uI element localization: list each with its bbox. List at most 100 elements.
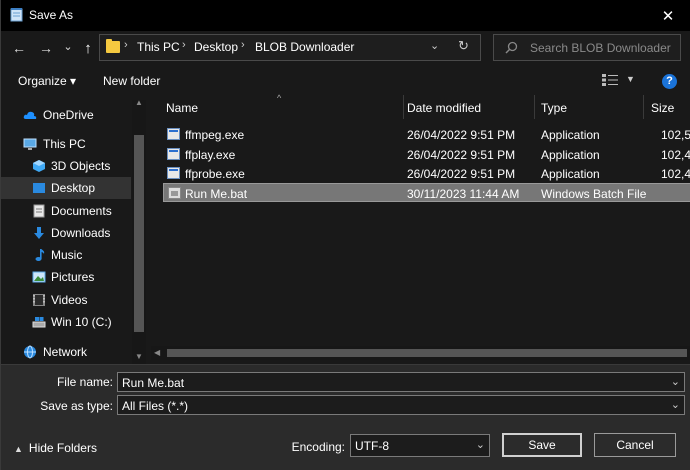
chevron-down-icon[interactable]: ⌄	[476, 438, 485, 451]
breadcrumb-desktop[interactable]: Desktop	[194, 40, 238, 54]
document-icon	[33, 204, 45, 218]
encoding-select[interactable]: UTF-8 ⌄	[350, 434, 490, 457]
close-button[interactable]: ✕	[645, 0, 690, 31]
up-arrow-icon[interactable]: ↑	[80, 38, 96, 58]
hscroll-thumb[interactable]	[167, 349, 687, 357]
save-button[interactable]: Save	[502, 433, 582, 457]
scroll-up-icon[interactable]: ▲	[135, 98, 143, 107]
hide-folders-button[interactable]: ▲ Hide Folders	[14, 441, 97, 455]
back-arrow-icon[interactable]: ←	[11, 38, 27, 58]
command-toolbar: Organize ▾ New folder ▼ ?	[1, 67, 690, 95]
folder-icon	[106, 39, 120, 53]
filename-input[interactable]: Run Me.bat ⌄	[117, 372, 685, 392]
scroll-left-icon[interactable]: ◀	[154, 348, 160, 357]
scroll-down-icon[interactable]: ▼	[135, 352, 143, 361]
network-icon	[24, 345, 36, 359]
navigation-pane: OneDrive This PC 3D Objects Desktop Docu…	[1, 95, 147, 365]
forward-arrow-icon[interactable]: →	[38, 38, 54, 58]
sidebar-item-desktop[interactable]: Desktop	[1, 177, 131, 199]
filename-label: File name:	[56, 375, 113, 389]
column-header-size[interactable]: Size	[651, 101, 674, 115]
column-header-name[interactable]: Name	[166, 101, 198, 115]
desktop-icon	[33, 183, 45, 193]
breadcrumb-separator[interactable]: ›	[182, 39, 186, 51]
recent-locations-icon[interactable]: ⌄	[62, 36, 74, 56]
file-name: ffplay.exe	[185, 148, 236, 162]
table-row-selected[interactable]: Run Me.bat 30/11/2023 11:44 AM Windows B…	[163, 183, 690, 202]
savetype-label: Save as type:	[40, 399, 113, 413]
breadcrumb-separator[interactable]: ›	[241, 39, 245, 51]
sidebar-item-label: Music	[51, 248, 83, 262]
sidebar-item-label: Documents	[51, 204, 112, 218]
sidebar-item-this-pc[interactable]: This PC	[1, 133, 131, 155]
sidebar-item-music[interactable]: Music	[1, 244, 131, 266]
application-icon	[167, 167, 180, 179]
sidebar-item-win10-drive[interactable]: Win 10 (C:)	[1, 311, 131, 333]
chevron-up-icon: ▲	[14, 444, 23, 454]
computer-icon	[23, 138, 37, 150]
hide-folders-label: Hide Folders	[28, 441, 97, 455]
file-name: ffmpeg.exe	[185, 128, 245, 142]
column-divider[interactable]	[403, 95, 404, 119]
file-type: Application	[541, 167, 600, 181]
refresh-icon[interactable]: ↻	[458, 38, 469, 54]
batch-file-icon	[168, 187, 181, 199]
download-icon	[34, 227, 44, 239]
address-bar[interactable]: › This PC › Desktop › BLOB Downloader ⌄ …	[99, 34, 481, 61]
sidebar-item-videos[interactable]: Videos	[1, 289, 131, 311]
table-row[interactable]: ffplay.exe 26/04/2022 9:51 PM Applicatio…	[163, 145, 690, 164]
file-size: 102,49	[661, 167, 690, 181]
help-icon[interactable]: ?	[662, 74, 677, 89]
cancel-button[interactable]: Cancel	[594, 433, 676, 457]
file-date: 26/04/2022 9:51 PM	[407, 148, 516, 162]
table-row[interactable]: ffprobe.exe 26/04/2022 9:51 PM Applicati…	[163, 164, 690, 183]
view-dropdown-icon[interactable]: ▼	[626, 74, 635, 84]
breadcrumb-blob-downloader[interactable]: BLOB Downloader	[255, 40, 354, 54]
breadcrumb-this-pc[interactable]: This PC	[137, 40, 180, 54]
sidebar-item-label: Pictures	[51, 270, 95, 284]
sidebar-item-downloads[interactable]: Downloads	[1, 222, 131, 244]
file-type: Application	[541, 128, 600, 142]
new-folder-button[interactable]: New folder	[103, 74, 160, 88]
sidebar-item-label: OneDrive	[43, 108, 94, 122]
encoding-label: Encoding:	[291, 440, 345, 454]
search-icon	[505, 41, 518, 54]
chevron-down-icon[interactable]: ⌄	[671, 375, 680, 388]
view-options-icon[interactable]	[602, 73, 620, 87]
file-date: 30/11/2023 11:44 AM	[407, 187, 520, 201]
column-divider[interactable]	[534, 95, 535, 119]
cloud-icon	[23, 111, 37, 119]
column-header-date-modified[interactable]: Date modified	[407, 101, 481, 115]
sidebar-item-onedrive[interactable]: OneDrive	[1, 104, 131, 126]
table-row[interactable]: ffmpeg.exe 26/04/2022 9:51 PM Applicatio…	[163, 125, 690, 144]
sort-ascending-icon: ^	[277, 93, 282, 103]
filename-value: Run Me.bat	[122, 376, 185, 390]
sidebar-item-label: Desktop	[51, 181, 96, 195]
savetype-select[interactable]: All Files (*.*) ⌄	[117, 395, 685, 415]
sidebar-scroll-thumb[interactable]	[134, 135, 144, 332]
chevron-down-icon[interactable]: ⌄	[430, 39, 439, 52]
sidebar-item-documents[interactable]: Documents	[1, 200, 131, 222]
sidebar-item-label: Network	[43, 345, 88, 359]
chevron-down-icon[interactable]: ⌄	[671, 398, 680, 411]
sidebar-item-3d-objects[interactable]: 3D Objects	[1, 155, 131, 177]
file-size: 102,45	[661, 148, 690, 162]
file-date: 26/04/2022 9:51 PM	[407, 167, 516, 181]
sidebar-item-pictures[interactable]: Pictures	[1, 266, 131, 288]
search-placeholder: Search BLOB Downloader	[530, 41, 671, 55]
encoding-value: UTF-8	[355, 439, 389, 453]
cube-icon	[33, 160, 45, 172]
file-list-hscrollbar[interactable]: ◀	[151, 346, 690, 360]
sidebar-item-label: Win 10 (C:)	[51, 315, 112, 329]
column-header-type[interactable]: Type	[541, 101, 567, 115]
organize-button[interactable]: Organize ▾	[18, 74, 76, 88]
sidebar-item-network[interactable]: Network	[1, 341, 131, 363]
notepad-icon	[10, 8, 23, 22]
file-name: Run Me.bat	[185, 187, 248, 201]
column-divider[interactable]	[643, 95, 644, 119]
file-type: Windows Batch File	[541, 187, 647, 201]
video-icon	[33, 294, 45, 306]
search-input[interactable]: Search BLOB Downloader	[493, 34, 681, 61]
title-bar: Save As ✕	[1, 0, 690, 31]
file-list: ^ Name Date modified Type Size ffmpeg.ex…	[151, 93, 690, 365]
